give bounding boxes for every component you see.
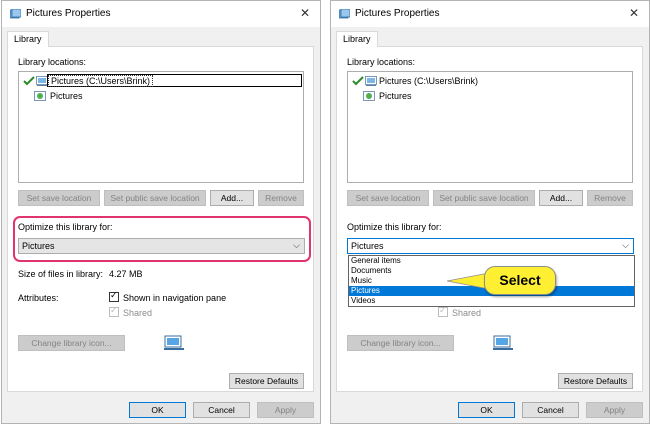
show-in-nav-checkbox[interactable]: ✓ (109, 290, 119, 302)
library-icon (10, 9, 21, 19)
library-icon (339, 9, 350, 19)
add-button[interactable]: Add... (539, 190, 583, 206)
attributes-label: Attributes: (18, 293, 59, 303)
public-folder-icon (34, 91, 46, 101)
apply-button[interactable]: Apply (257, 402, 314, 418)
show-in-nav-label: Shown in navigation pane (123, 293, 227, 303)
library-panel: Library locations: Pictures (C:\Users\Br… (7, 46, 314, 392)
check-icon: ✓ (110, 290, 118, 300)
change-library-icon-button[interactable]: Change library icon... (18, 335, 125, 351)
public-folder-icon (363, 91, 375, 101)
library-locations-list[interactable]: Pictures (C:\Users\Brink) Pictures (18, 71, 304, 183)
restore-defaults-button[interactable]: Restore Defaults (229, 373, 304, 389)
set-public-save-location-button[interactable]: Set public save location (433, 190, 535, 206)
save-location-check-icon (23, 76, 35, 86)
shared-label: Shared (123, 308, 153, 318)
optimize-label: Optimize this library for: (18, 222, 113, 232)
library-panel: Library locations: Pictures (C:\Users\Br… (336, 46, 643, 392)
window-title: Pictures Properties (355, 8, 440, 19)
shared-checkbox[interactable]: ✓ (438, 305, 448, 317)
restore-defaults-button[interactable]: Restore Defaults (558, 373, 633, 389)
ok-button[interactable]: OK (458, 402, 515, 418)
check-icon: ✓ (110, 305, 118, 315)
chevron-down-icon: ⌵ (293, 240, 300, 250)
ok-button[interactable]: OK (129, 402, 186, 418)
remove-button[interactable]: Remove (587, 190, 633, 206)
tab-library[interactable]: Library (336, 31, 378, 47)
cancel-button[interactable]: Cancel (522, 402, 579, 418)
select-callout: Select (484, 266, 556, 295)
cancel-button[interactable]: Cancel (193, 402, 250, 418)
optimize-value: Pictures (351, 241, 384, 251)
chevron-down-icon: ⌵ (622, 240, 629, 250)
title-bar: Pictures Properties ✕ (2, 1, 320, 27)
optimize-select[interactable]: Pictures ⌵ (18, 238, 305, 254)
callout-pointer (447, 272, 489, 290)
add-button[interactable]: Add... (210, 190, 254, 206)
dropdown-option[interactable]: Videos (349, 296, 634, 306)
library-locations-list[interactable]: Pictures (C:\Users\Brink) Pictures (347, 71, 633, 183)
location-label: Pictures (C:\Users\Brink) (48, 75, 154, 87)
close-button[interactable]: ✕ (627, 6, 641, 20)
shared-checkbox[interactable]: ✓ (109, 305, 119, 317)
location-label: Pictures (50, 91, 83, 101)
set-save-location-button[interactable]: Set save location (347, 190, 429, 206)
apply-button[interactable]: Apply (586, 402, 643, 418)
library-locations-label: Library locations: (347, 57, 416, 67)
location-label: Pictures (C:\Users\Brink) (379, 76, 479, 86)
location-label: Pictures (379, 91, 412, 101)
tab-library[interactable]: Library (7, 31, 49, 47)
folder-icon (365, 76, 377, 86)
optimize-label: Optimize this library for: (347, 222, 442, 232)
title-bar: Pictures Properties ✕ (331, 1, 649, 27)
library-large-icon (493, 335, 513, 350)
change-library-icon-button[interactable]: Change library icon... (347, 335, 454, 351)
size-value: 4.27 MB (109, 269, 143, 279)
remove-button[interactable]: Remove (258, 190, 304, 206)
library-locations-label: Library locations: (18, 57, 87, 67)
save-location-check-icon (352, 76, 364, 86)
properties-window-right: Pictures Properties ✕ Library Library lo… (330, 0, 650, 424)
close-button[interactable]: ✕ (298, 6, 312, 20)
size-label: Size of files in library: (18, 269, 104, 279)
window-title: Pictures Properties (26, 8, 111, 19)
optimize-value: Pictures (22, 241, 55, 251)
library-large-icon (164, 335, 184, 350)
set-save-location-button[interactable]: Set save location (18, 190, 100, 206)
set-public-save-location-button[interactable]: Set public save location (104, 190, 206, 206)
dropdown-option[interactable]: General items (349, 256, 634, 266)
optimize-select[interactable]: Pictures ⌵ (347, 238, 634, 254)
shared-label: Shared (452, 308, 482, 318)
properties-window-left: Pictures Properties ✕ Library Library lo… (1, 0, 321, 424)
